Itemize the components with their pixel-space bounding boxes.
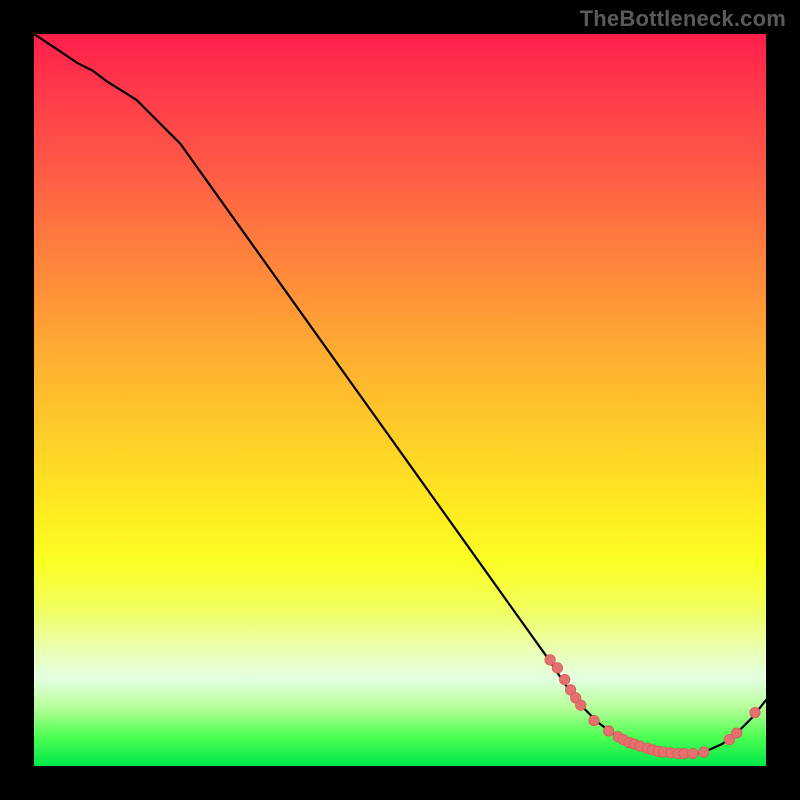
data-marker <box>576 700 586 710</box>
bottleneck-curve <box>34 34 766 754</box>
data-marker <box>699 747 709 757</box>
data-marker <box>545 655 555 665</box>
chart-container: TheBottleneck.com <box>0 0 800 800</box>
data-marker <box>688 748 698 758</box>
data-marker <box>732 728 742 738</box>
data-marker <box>603 726 613 736</box>
watermark-text: TheBottleneck.com <box>580 6 786 32</box>
data-marker <box>750 707 760 717</box>
data-marker <box>552 663 562 673</box>
data-markers <box>545 655 760 759</box>
line-layer <box>34 34 766 766</box>
data-marker <box>589 715 599 725</box>
plot-area <box>34 34 766 766</box>
data-marker <box>560 674 570 684</box>
